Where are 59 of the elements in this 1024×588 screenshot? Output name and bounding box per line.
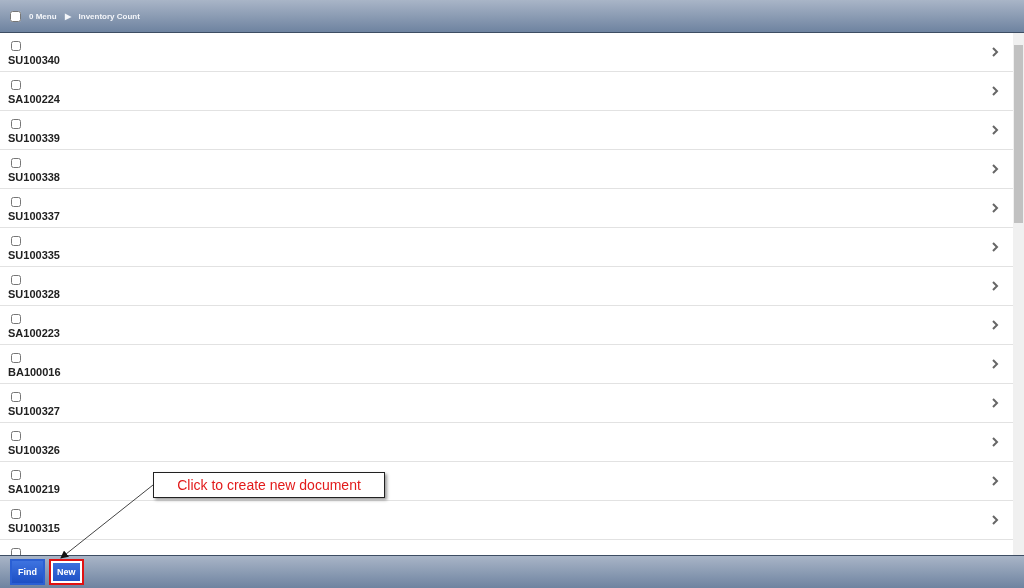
document-number: BA100016 [8,366,61,378]
row-checkbox[interactable] [11,275,21,285]
chevron-right-icon [991,398,999,408]
row-checkbox[interactable] [11,548,21,555]
chevron-right-icon [991,320,999,330]
list-row[interactable]: SA100223 [0,306,1013,345]
list-row[interactable]: SU100340 [0,33,1013,72]
document-number: SU100335 [8,249,60,261]
callout-note: Click to create new document [153,472,385,498]
document-number: SA100223 [8,327,60,339]
row-checkbox[interactable] [11,392,21,402]
row-checkbox[interactable] [11,470,21,480]
chevron-right-icon [991,164,999,174]
row-checkbox[interactable] [11,509,21,519]
row-checkbox[interactable] [11,314,21,324]
document-number: SU100339 [8,132,60,144]
list-row[interactable]: SU100326 [0,423,1013,462]
chevron-right-icon [991,476,999,486]
chevron-right-icon [991,281,999,291]
row-checkbox[interactable] [11,197,21,207]
list-row[interactable]: SU100335 [0,228,1013,267]
chevron-right-icon [991,359,999,369]
chevron-right-icon [991,86,999,96]
row-checkbox[interactable] [11,236,21,246]
list-row[interactable]: SU100327 [0,384,1013,423]
document-number: SU100327 [8,405,60,417]
chevron-right-icon [991,242,999,252]
list-row[interactable]: SU100328 [0,267,1013,306]
document-number: SU100328 [8,288,60,300]
document-number: SU100338 [8,171,60,183]
list-row[interactable]: SU100337 [0,189,1013,228]
row-checkbox[interactable] [11,119,21,129]
row-checkbox[interactable] [11,41,21,51]
list-row[interactable]: BA100016 [0,345,1013,384]
toolbar-button[interactable]: Find [10,559,45,585]
row-checkbox[interactable] [11,353,21,363]
list-row[interactable]: SA100224 [0,72,1013,111]
scrollbar[interactable] [1013,33,1024,555]
document-number: SU100326 [8,444,60,456]
chevron-right-icon [991,203,999,213]
row-checkbox[interactable] [11,431,21,441]
chevron-right-icon [991,437,999,447]
document-number: SU100340 [8,54,60,66]
document-number: SA100224 [8,93,60,105]
breadcrumb-separator: ▶ [64,11,71,21]
row-checkbox[interactable] [11,80,21,90]
chevron-right-icon [991,47,999,57]
row-checkbox[interactable] [11,158,21,168]
list-row[interactable]: SU100339 [0,111,1013,150]
document-number: SU100337 [8,210,60,222]
list-row[interactable]: SU100338 [0,150,1013,189]
chevron-right-icon [991,125,999,135]
document-number: SA100219 [8,483,60,495]
document-number: SU100315 [8,522,60,534]
list-row[interactable]: SU100315 [0,501,1013,540]
toolbar-button[interactable]: New [49,559,84,585]
select-all-checkbox[interactable] [10,10,21,22]
chevron-right-icon [991,515,999,525]
page-title: Inventory Count [78,11,140,21]
